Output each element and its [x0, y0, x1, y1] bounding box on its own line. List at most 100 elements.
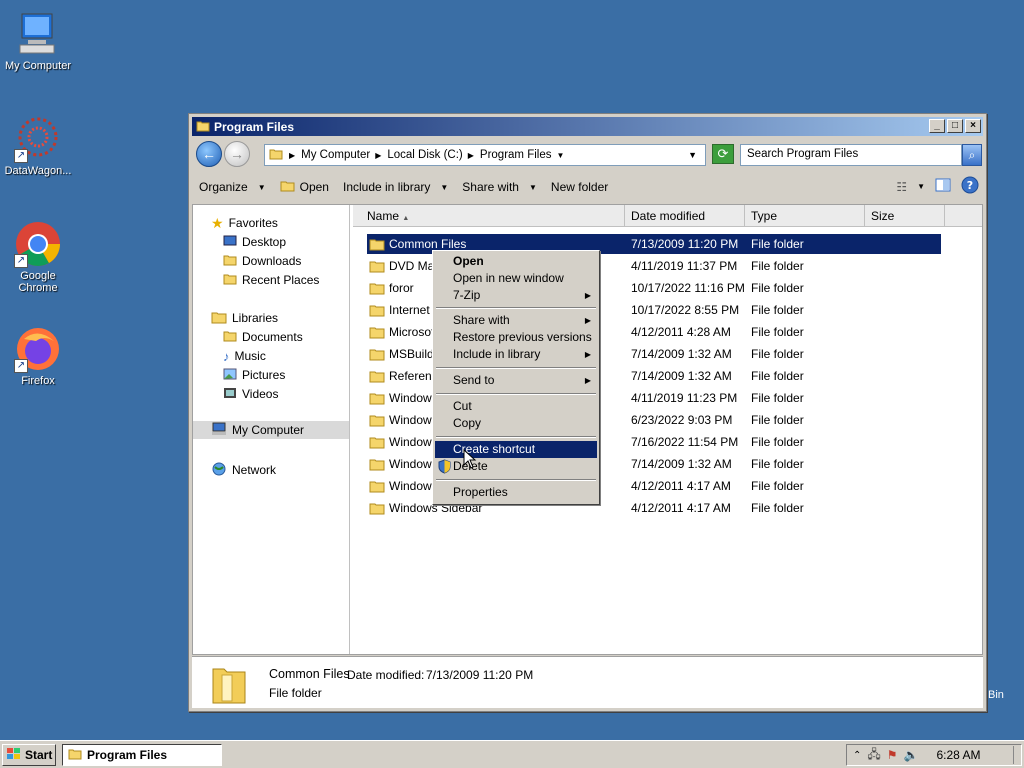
- nav-libraries[interactable]: Libraries: [211, 309, 278, 327]
- menu-restore-previous[interactable]: Restore previous versions: [435, 329, 597, 346]
- breadcrumb-sep-icon[interactable]: ▶: [289, 151, 295, 160]
- address-dropdown-icon[interactable]: ▼: [688, 150, 697, 160]
- desktop-icon-datawagon[interactable]: ↗ DataWagon...: [0, 115, 76, 177]
- file-type: File folder: [751, 281, 804, 295]
- breadcrumb-local-disk[interactable]: Local Disk (C:) ▶: [387, 149, 474, 161]
- nav-recent-places[interactable]: Recent Places: [223, 271, 319, 289]
- pictures-icon: [223, 368, 237, 383]
- menu-separator: [436, 479, 596, 481]
- breadcrumb-program-files[interactable]: Program Files ▼: [480, 149, 565, 161]
- action-center-icon[interactable]: ⚑: [887, 748, 898, 762]
- nav-downloads[interactable]: Downloads: [223, 252, 301, 270]
- nav-documents[interactable]: Documents: [223, 328, 303, 346]
- shortcut-arrow-icon: ↗: [14, 359, 28, 373]
- network-icon: [211, 462, 227, 479]
- share-with-button[interactable]: Share with ▼: [455, 175, 544, 199]
- nav-favorites[interactable]: ★ Favorites: [211, 214, 278, 232]
- view-dropdown-icon[interactable]: ▼: [917, 182, 925, 191]
- maximize-button[interactable]: □: [947, 119, 963, 133]
- nav-music[interactable]: ♪ Music: [223, 347, 266, 365]
- menu-open-new-window[interactable]: Open in new window: [435, 270, 597, 287]
- minimize-button[interactable]: _: [929, 119, 945, 133]
- file-date: 7/14/2009 1:32 AM: [631, 369, 732, 383]
- network-tray-icon[interactable]: 🖧: [867, 745, 880, 766]
- address-field[interactable]: ▶ My Computer ▶ Local Disk (C:) ▶ Program …: [264, 144, 706, 166]
- desktop-icon-label: Google Chrome: [18, 270, 58, 294]
- search-icon[interactable]: ⌕: [962, 144, 982, 166]
- menu-send-to[interactable]: Send to ▶: [435, 372, 597, 389]
- desktop-icon-google-chrome[interactable]: ↗ Google Chrome: [0, 220, 76, 294]
- file-type: File folder: [751, 259, 804, 273]
- details-name: Common Files: [269, 667, 350, 681]
- refresh-button[interactable]: ⟳: [712, 144, 734, 164]
- submenu-arrow-icon: ▶: [584, 291, 591, 300]
- column-size[interactable]: Size: [865, 205, 945, 227]
- close-button[interactable]: ×: [965, 119, 981, 133]
- menu-include-in-library[interactable]: Include in library ▶: [435, 346, 597, 363]
- help-icon[interactable]: ?: [961, 176, 979, 197]
- menu-copy[interactable]: Copy: [435, 415, 597, 432]
- forward-button[interactable]: →: [224, 141, 250, 167]
- menu-share-with[interactable]: Share with ▶: [435, 312, 597, 329]
- datawagon-icon: ↗: [14, 115, 62, 163]
- svg-text:?: ?: [967, 179, 973, 192]
- open-folder-icon: [280, 179, 296, 196]
- recycle-bin-label[interactable]: Bin: [988, 689, 1004, 701]
- shortcut-arrow-icon: ↗: [14, 149, 28, 163]
- file-type: File folder: [751, 237, 804, 251]
- start-button[interactable]: Start: [2, 744, 56, 766]
- new-folder-button[interactable]: New folder: [544, 175, 615, 199]
- nav-desktop[interactable]: Desktop: [223, 233, 286, 251]
- organize-button[interactable]: Organize ▼: [192, 175, 273, 199]
- show-desktop-button[interactable]: [1013, 746, 1021, 764]
- videos-icon: [223, 387, 237, 402]
- nav-videos[interactable]: Videos: [223, 385, 278, 403]
- show-hidden-icons[interactable]: ⌃: [853, 750, 861, 761]
- title-bar[interactable]: Program Files _ □ ×: [192, 117, 983, 136]
- menu-delete[interactable]: Delete: [435, 458, 597, 475]
- include-in-library-button[interactable]: Include in library ▼: [336, 175, 455, 199]
- file-date: 4/11/2019 11:37 PM: [631, 259, 738, 273]
- back-button[interactable]: ←: [196, 141, 222, 167]
- recent-places-icon: [223, 273, 237, 288]
- command-bar: Organize ▼ Open Include in library ▼ Share…: [192, 172, 983, 202]
- menu-properties[interactable]: Properties: [435, 484, 597, 501]
- desktop-icon-my-computer[interactable]: My Computer: [0, 10, 76, 72]
- open-button[interactable]: Open: [273, 175, 336, 199]
- view-options-icon[interactable]: ☷: [896, 180, 907, 194]
- menu-create-shortcut[interactable]: Create shortcut: [435, 441, 597, 458]
- nav-my-computer[interactable]: My Computer: [193, 421, 349, 439]
- column-date-modified[interactable]: Date modified: [625, 205, 745, 227]
- taskbar-item-program-files[interactable]: Program Files: [62, 744, 222, 766]
- folder-icon: [369, 303, 385, 323]
- music-icon: ♪: [223, 348, 230, 364]
- volume-icon[interactable]: 🔈: [904, 748, 919, 762]
- file-date: 7/14/2009 1:32 AM: [631, 347, 732, 361]
- file-date: 10/17/2022 8:55 PM: [631, 303, 740, 317]
- nav-network[interactable]: Network: [211, 461, 276, 479]
- submenu-arrow-icon: ▶: [584, 350, 591, 359]
- sort-arrow-icon: ▲: [402, 215, 410, 222]
- file-date: 10/17/2022 11:16 PM: [631, 281, 745, 295]
- large-folder-icon: [210, 661, 248, 708]
- menu-cut[interactable]: Cut: [435, 398, 597, 415]
- desktop-icon-firefox[interactable]: ↗ Firefox: [0, 325, 76, 387]
- folder-icon: [369, 413, 385, 433]
- search-input[interactable]: Search Program Files: [740, 144, 962, 166]
- nav-pictures[interactable]: Pictures: [223, 366, 285, 384]
- preview-pane-icon[interactable]: [935, 178, 951, 195]
- column-type[interactable]: Type: [745, 205, 865, 227]
- breadcrumb-my-computer[interactable]: My Computer ▶: [301, 149, 381, 161]
- taskbar: Start Program Files ⌃ 🖧 ⚑ 🔈 6:28 AM: [0, 740, 1024, 768]
- windows-logo-icon: [6, 747, 22, 764]
- menu-open[interactable]: Open: [435, 253, 597, 270]
- menu-separator: [436, 307, 596, 309]
- menu-7zip[interactable]: 7-Zip ▶: [435, 287, 597, 304]
- chrome-icon: ↗: [14, 220, 62, 268]
- file-date: 4/12/2011 4:28 AM: [631, 325, 731, 339]
- clock[interactable]: 6:28 AM: [937, 748, 981, 762]
- column-name[interactable]: Name ▲: [353, 205, 625, 227]
- folder-icon: [196, 119, 210, 136]
- details-date-label: Date modified:: [347, 668, 425, 682]
- file-type: File folder: [751, 325, 804, 339]
